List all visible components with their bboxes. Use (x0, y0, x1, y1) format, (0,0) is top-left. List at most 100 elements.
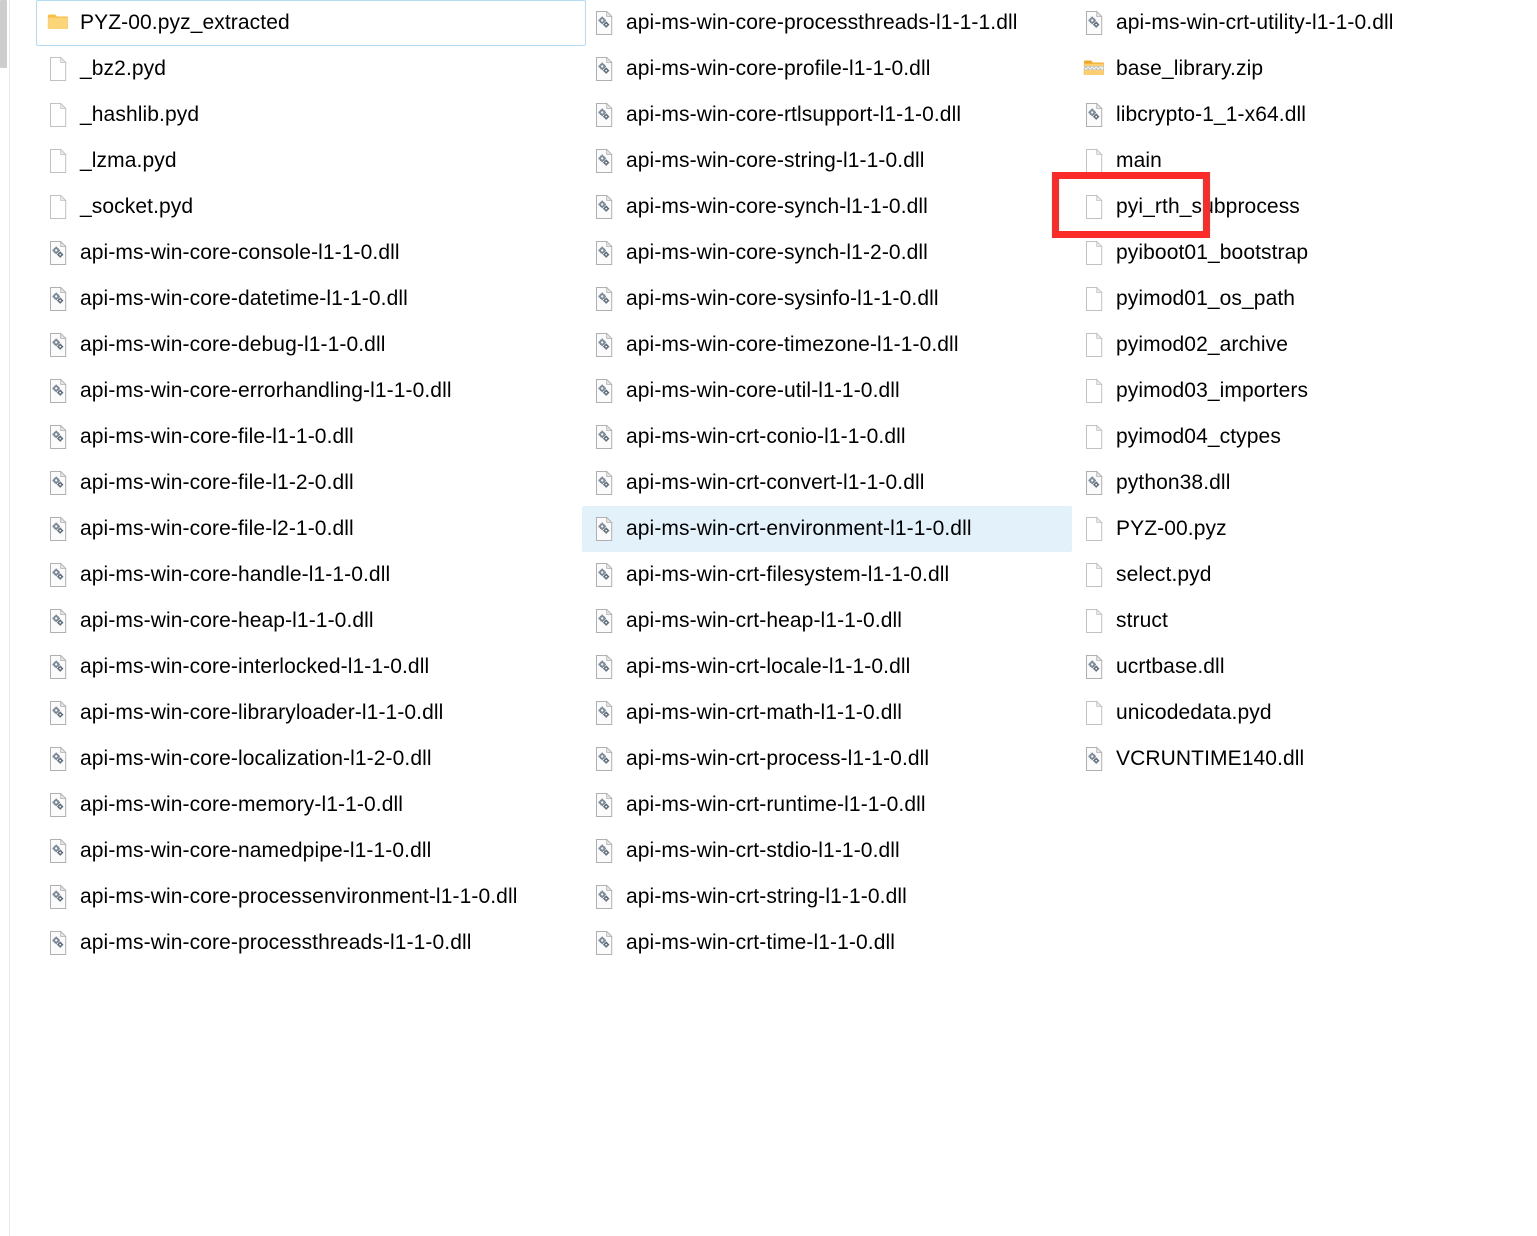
file-list-item[interactable]: api-ms-win-crt-convert-l1-1-0.dll (582, 460, 1072, 506)
dll-icon (47, 792, 69, 818)
file-list-item[interactable]: api-ms-win-core-timezone-l1-1-0.dll (582, 322, 1072, 368)
file-list-item[interactable]: api-ms-win-core-localization-l1-2-0.dll (36, 736, 586, 782)
file-name-label: api-ms-win-crt-runtime-l1-1-0.dll (626, 793, 926, 816)
file-list-item[interactable]: unicodedata.pyd (1072, 690, 1532, 736)
dll-icon (47, 654, 69, 680)
file-list-item[interactable]: pyimod02_archive (1072, 322, 1532, 368)
file-list-item[interactable]: api-ms-win-crt-stdio-l1-1-0.dll (582, 828, 1072, 874)
file-list-item[interactable]: api-ms-win-core-debug-l1-1-0.dll (36, 322, 586, 368)
file-list-item[interactable]: VCRUNTIME140.dll (1072, 736, 1532, 782)
file-list-item[interactable]: api-ms-win-core-processenvironment-l1-1-… (36, 874, 586, 920)
file-icon (1086, 378, 1103, 403)
file-name-label: ucrtbase.dll (1116, 655, 1225, 678)
file-list-item[interactable]: api-ms-win-core-memory-l1-1-0.dll (36, 782, 586, 828)
dll-icon (593, 194, 615, 220)
file-icon (1086, 608, 1103, 633)
dll-icon (593, 654, 615, 680)
dll-icon (593, 562, 615, 588)
file-list-item[interactable]: api-ms-win-crt-heap-l1-1-0.dll (582, 598, 1072, 644)
file-list-item[interactable]: api-ms-win-core-namedpipe-l1-1-0.dll (36, 828, 586, 874)
dll-icon (1086, 10, 1103, 35)
file-list-item[interactable]: PYZ-00.pyz (1072, 506, 1532, 552)
file-list-item[interactable]: PYZ-00.pyz_extracted (36, 0, 586, 46)
dll-icon (47, 240, 69, 266)
file-list-item[interactable]: api-ms-win-crt-math-l1-1-0.dll (582, 690, 1072, 736)
dll-icon (1083, 10, 1105, 36)
file-list-view[interactable]: PYZ-00.pyz_extracted _bz2.pyd _hashlib.pyd… (10, 0, 1537, 1236)
file-list-item[interactable]: api-ms-win-core-sysinfo-l1-1-0.dll (582, 276, 1072, 322)
file-list-item[interactable]: libcrypto-1_1-x64.dll (1072, 92, 1532, 138)
file-list-item[interactable]: struct (1072, 598, 1532, 644)
file-list-item[interactable]: api-ms-win-crt-environment-l1-1-0.dll (582, 506, 1072, 552)
file-icon (1086, 562, 1103, 587)
file-list-item[interactable]: api-ms-win-core-util-l1-1-0.dll (582, 368, 1072, 414)
file-list-item[interactable]: api-ms-win-crt-locale-l1-1-0.dll (582, 644, 1072, 690)
file-list-item[interactable]: pyiboot01_bootstrap (1072, 230, 1532, 276)
file-list-item[interactable]: api-ms-win-crt-filesystem-l1-1-0.dll (582, 552, 1072, 598)
file-list-item[interactable]: api-ms-win-core-libraryloader-l1-1-0.dll (36, 690, 586, 736)
file-list-item[interactable]: api-ms-win-core-console-l1-1-0.dll (36, 230, 586, 276)
dll-icon (596, 746, 613, 771)
file-list-item[interactable]: base_library.zip (1072, 46, 1532, 92)
dll-icon (50, 332, 67, 357)
file-list-item[interactable]: api-ms-win-core-synch-l1-1-0.dll (582, 184, 1072, 230)
file-list-item[interactable]: api-ms-win-core-processthreads-l1-1-1.dl… (582, 0, 1072, 46)
file-list-item[interactable]: pyimod01_os_path (1072, 276, 1532, 322)
dll-icon (593, 378, 615, 404)
file-list-item[interactable]: api-ms-win-core-heap-l1-1-0.dll (36, 598, 586, 644)
dll-icon (47, 746, 69, 772)
file-list-item[interactable]: api-ms-win-core-rtlsupport-l1-1-0.dll (582, 92, 1072, 138)
file-list-item[interactable]: ucrtbase.dll (1072, 644, 1532, 690)
file-list-item[interactable]: pyimod03_importers (1072, 368, 1532, 414)
dll-icon (593, 10, 615, 36)
file-list-item[interactable]: api-ms-win-core-synch-l1-2-0.dll (582, 230, 1072, 276)
dll-icon (593, 930, 615, 956)
file-icon (1083, 194, 1105, 220)
file-list-item[interactable]: api-ms-win-core-datetime-l1-1-0.dll (36, 276, 586, 322)
file-list-item[interactable]: api-ms-win-core-file-l1-2-0.dll (36, 460, 586, 506)
file-list-item[interactable]: _socket.pyd (36, 184, 586, 230)
dll-icon (593, 286, 615, 312)
file-icon (1086, 194, 1103, 219)
file-list-item[interactable]: api-ms-win-crt-utility-l1-1-0.dll (1072, 0, 1532, 46)
file-list-item[interactable]: api-ms-win-crt-runtime-l1-1-0.dll (582, 782, 1072, 828)
file-list-item[interactable]: api-ms-win-crt-string-l1-1-0.dll (582, 874, 1072, 920)
dll-icon (593, 608, 615, 634)
file-list-item[interactable]: api-ms-win-core-string-l1-1-0.dll (582, 138, 1072, 184)
dll-icon (47, 838, 69, 864)
file-icon (1083, 148, 1105, 174)
file-list-item[interactable]: api-ms-win-crt-time-l1-1-0.dll (582, 920, 1072, 966)
dll-icon (596, 654, 613, 679)
file-icon (47, 56, 69, 82)
dll-icon (593, 240, 615, 266)
file-list-item[interactable]: _lzma.pyd (36, 138, 586, 184)
file-list-item[interactable]: api-ms-win-core-errorhandling-l1-1-0.dll (36, 368, 586, 414)
file-list-item[interactable]: api-ms-win-core-interlocked-l1-1-0.dll (36, 644, 586, 690)
file-name-label: api-ms-win-core-file-l1-1-0.dll (80, 425, 354, 448)
vertical-scrollbar-thumb[interactable] (0, 0, 7, 68)
file-list-item[interactable]: api-ms-win-core-file-l1-1-0.dll (36, 414, 586, 460)
dll-icon (47, 378, 69, 404)
file-name-label: api-ms-win-core-string-l1-1-0.dll (626, 149, 925, 172)
dll-icon (50, 654, 67, 679)
dll-icon (47, 286, 69, 312)
file-list-item[interactable]: _bz2.pyd (36, 46, 586, 92)
file-list-item[interactable]: python38.dll (1072, 460, 1532, 506)
dll-icon (593, 516, 615, 542)
file-list-item[interactable]: api-ms-win-core-file-l2-1-0.dll (36, 506, 586, 552)
file-list-item[interactable]: main (1072, 138, 1532, 184)
file-list-item[interactable]: api-ms-win-crt-process-l1-1-0.dll (582, 736, 1072, 782)
dll-icon (50, 424, 67, 449)
file-list-item[interactable]: api-ms-win-crt-conio-l1-1-0.dll (582, 414, 1072, 460)
dll-icon (596, 240, 613, 265)
file-list-item[interactable]: api-ms-win-core-handle-l1-1-0.dll (36, 552, 586, 598)
file-list-item[interactable]: api-ms-win-core-profile-l1-1-0.dll (582, 46, 1072, 92)
file-list-item[interactable]: select.pyd (1072, 552, 1532, 598)
file-list-item[interactable]: pyi_rth_subprocess (1072, 184, 1532, 230)
file-list-item[interactable]: pyimod04_ctypes (1072, 414, 1532, 460)
file-list-item[interactable]: api-ms-win-core-processthreads-l1-1-0.dl… (36, 920, 586, 966)
dll-icon (50, 608, 67, 633)
file-list-item[interactable]: _hashlib.pyd (36, 92, 586, 138)
file-name-label: api-ms-win-core-handle-l1-1-0.dll (80, 563, 391, 586)
dll-icon (50, 470, 67, 495)
